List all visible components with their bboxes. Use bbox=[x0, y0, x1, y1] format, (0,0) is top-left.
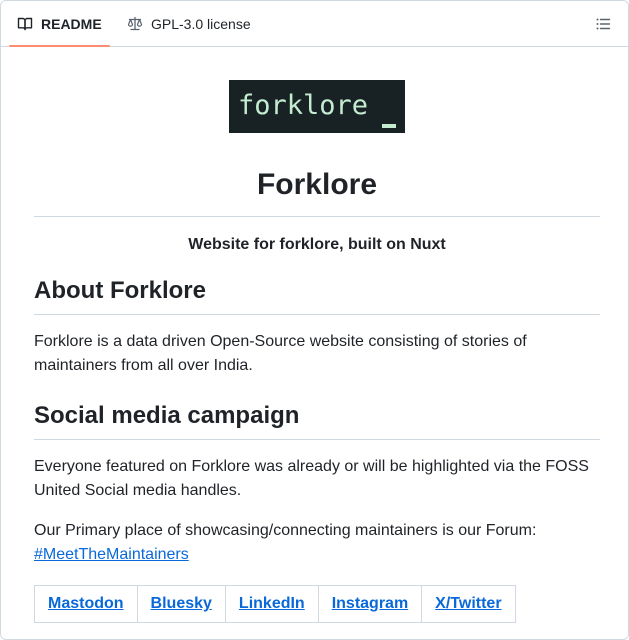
social-links-table: Mastodon Bluesky LinkedIn Instagram X/Tw… bbox=[34, 585, 516, 623]
logo-cursor bbox=[382, 124, 396, 128]
readme-content: forklore Forklore Website for forklore, … bbox=[34, 47, 600, 623]
logo-text: forklore bbox=[238, 90, 369, 121]
table-row: Mastodon Bluesky LinkedIn Instagram X/Tw… bbox=[34, 585, 516, 623]
readme-panel: README GPL-3.0 license forklore Forklore… bbox=[0, 0, 629, 640]
tab-readme-label: README bbox=[41, 15, 102, 32]
table-cell: Bluesky bbox=[136, 585, 226, 623]
outline-button[interactable] bbox=[588, 9, 618, 39]
table-cell: Instagram bbox=[317, 585, 423, 623]
table-cell: X/Twitter bbox=[421, 585, 516, 623]
forum-text: Our Primary place of showcasing/connecti… bbox=[34, 522, 537, 539]
book-icon bbox=[17, 17, 33, 30]
tab-license[interactable]: GPL-3.0 license bbox=[119, 1, 259, 46]
tab-readme[interactable]: README bbox=[9, 1, 110, 47]
mastodon-link[interactable]: Mastodon bbox=[48, 595, 124, 612]
about-paragraph: Forklore is a data driven Open-Source we… bbox=[34, 333, 527, 374]
linkedin-link[interactable]: LinkedIn bbox=[239, 595, 305, 612]
law-scale-icon bbox=[127, 16, 143, 30]
social-paragraph: Everyone featured on Forklore was alread… bbox=[34, 458, 589, 499]
logo-wrapper: forklore bbox=[34, 80, 600, 133]
social-heading: Social media campaign bbox=[34, 401, 600, 440]
instagram-link[interactable]: Instagram bbox=[332, 595, 408, 612]
bluesky-link[interactable]: Bluesky bbox=[151, 595, 212, 612]
about-heading: About Forklore bbox=[34, 276, 600, 315]
readme-tabbar: README GPL-3.0 license bbox=[1, 1, 628, 47]
forklore-logo: forklore bbox=[229, 80, 405, 133]
forum-link[interactable]: #MeetTheMaintainers bbox=[34, 546, 189, 563]
table-cell: LinkedIn bbox=[224, 585, 319, 623]
table-cell: Mastodon bbox=[34, 585, 138, 623]
x-twitter-link[interactable]: X/Twitter bbox=[435, 595, 501, 612]
list-unordered-icon bbox=[596, 18, 611, 30]
readme-title: Forklore bbox=[34, 166, 600, 217]
readme-subtitle: Website for forklore, built on Nuxt bbox=[188, 236, 446, 253]
forum-paragraph: Our Primary place of showcasing/connecti… bbox=[34, 519, 600, 567]
tab-license-label: GPL-3.0 license bbox=[151, 15, 251, 32]
